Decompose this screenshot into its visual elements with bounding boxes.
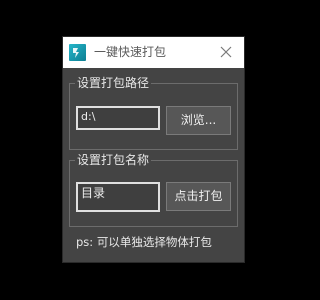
name-group-label: 设置打包名称 — [75, 152, 152, 168]
close-button[interactable] — [215, 42, 237, 62]
app-icon — [69, 44, 86, 61]
path-group-label: 设置打包路径 — [75, 75, 152, 91]
path-group: 设置打包路径 d:\ 浏览... — [69, 75, 238, 150]
hint-text: ps: 可以单独选择物体打包 — [76, 235, 212, 249]
name-input[interactable]: 目录 — [76, 182, 160, 212]
pack-button[interactable]: 点击打包 — [166, 182, 231, 211]
window-title: 一键快速打包 — [94, 45, 167, 59]
title-bar[interactable]: 一键快速打包 — [63, 37, 244, 68]
pack-dialog: 一键快速打包 设置打包路径 d:\ 浏览... 设置打包名称 目录 点击打包 p… — [62, 36, 245, 263]
name-group: 设置打包名称 目录 点击打包 — [69, 152, 238, 227]
browse-button[interactable]: 浏览... — [166, 106, 231, 135]
path-input[interactable]: d:\ — [76, 106, 160, 130]
close-icon — [220, 46, 232, 58]
